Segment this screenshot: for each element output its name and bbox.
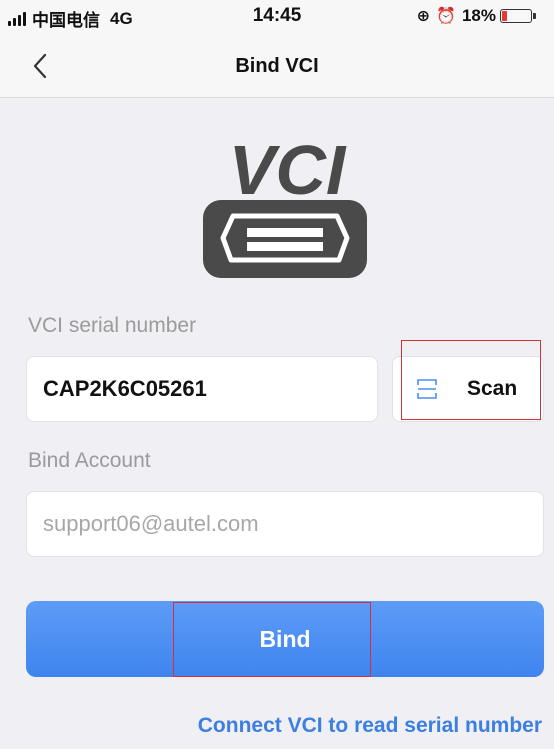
vci-logo-text: VCI [229,131,347,209]
serial-number-value: CAP2K6C05261 [43,376,207,401]
battery-percent: 18% [461,6,496,25]
bind-button-label: Bind [259,625,311,652]
bind-account-label: Bind Account [28,449,151,472]
status-right: ⊕ ⏰ 18% [416,6,536,26]
battery-icon [500,9,536,23]
bind-button[interactable]: Bind [26,601,544,677]
status-bar: 中国电信 4G 14:45 ⊕ ⏰ 18% [0,0,554,34]
scan-button[interactable]: Scan [392,356,544,422]
scan-label: Scan [467,377,518,400]
serial-number-input[interactable]: CAP2K6C05261 [26,356,378,422]
page-title: Bind VCI [235,55,319,77]
vci-logo: VCI [203,131,367,278]
obd-connector-icon [203,200,367,278]
bind-account-input[interactable]: support06@autel.com [26,491,544,557]
serial-number-label: VCI serial number [28,314,197,337]
orientation-lock-icon: ⊕ [416,8,431,25]
connect-vci-link[interactable]: Connect VCI to read serial number [0,714,542,738]
chevron-left-icon [33,53,47,79]
back-button[interactable] [20,46,60,86]
bind-account-value: support06@autel.com [43,511,259,536]
scan-frame-icon [417,379,437,399]
battery-level [502,11,507,21]
nav-bar: Bind VCI [0,34,554,98]
alarm-icon: ⏰ [436,8,456,25]
